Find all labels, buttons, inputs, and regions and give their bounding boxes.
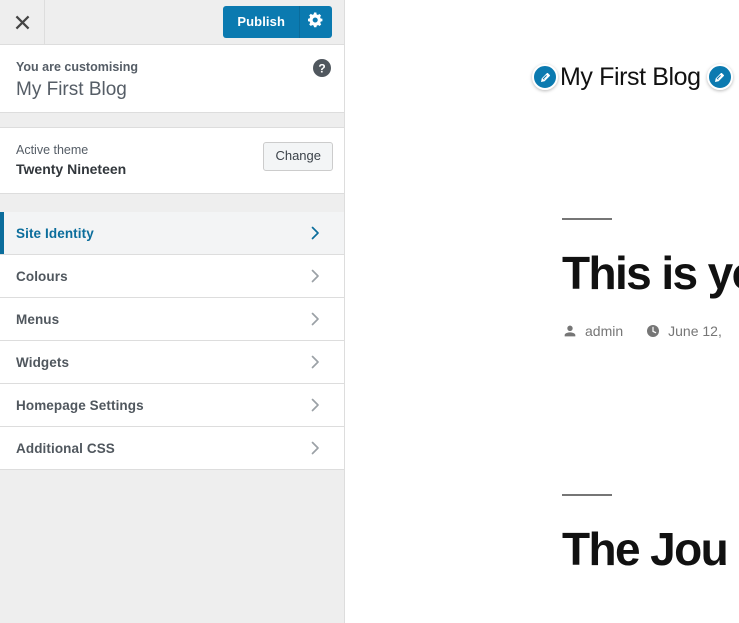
edit-pencil-icon-site-title[interactable] <box>532 64 558 90</box>
preview-post-2: The Jou <box>562 494 739 576</box>
publish-button-group: Publish <box>223 6 332 38</box>
sidebar-item-label: Menus <box>16 311 60 327</box>
sidebar-item-label: Additional CSS <box>16 440 115 456</box>
sidebar-spacer-2 <box>0 194 344 212</box>
sidebar-item-widgets[interactable]: Widgets <box>0 341 344 384</box>
close-x-icon <box>15 15 30 30</box>
sidebar-empty-area <box>0 470 344 623</box>
publish-button[interactable]: Publish <box>223 6 299 38</box>
person-icon <box>562 323 578 339</box>
sidebar-item-colours[interactable]: Colours <box>0 255 344 298</box>
gear-icon <box>308 11 324 33</box>
post-separator-rule <box>562 494 612 496</box>
sidebar-item-label: Widgets <box>16 354 70 370</box>
svg-text:?: ? <box>318 62 325 76</box>
sidebar-item-additional-css[interactable]: Additional CSS <box>0 427 344 470</box>
wordpress-customizer: Publish You are customising My First Blo… <box>0 0 739 623</box>
chevron-right-icon <box>308 398 322 412</box>
sidebar-item-menus[interactable]: Menus <box>0 298 344 341</box>
chevron-right-icon <box>308 312 322 326</box>
customizer-nav-list: Site Identity Colours Menus Widgets Homepage… <box>0 212 344 470</box>
post-author-name[interactable]: admin <box>585 322 623 340</box>
post-meta: admin June 12, <box>562 322 739 340</box>
post-separator-rule <box>562 218 612 220</box>
clock-icon <box>645 323 661 339</box>
customising-site-title: My First Blog <box>16 79 127 100</box>
sidebar-spacer-1 <box>0 113 344 128</box>
chevron-right-icon <box>308 269 322 283</box>
customising-label: You are customising <box>16 60 139 74</box>
post-date-text[interactable]: June 12, <box>668 322 722 340</box>
sidebar-item-label: Homepage Settings <box>16 397 144 413</box>
post-title[interactable]: This is yo <box>562 246 739 300</box>
sidebar-item-site-identity[interactable]: Site Identity <box>0 212 344 255</box>
active-theme-panel: Active theme Twenty Nineteen Change <box>0 128 344 194</box>
site-preview-frame: My First Blog This is yo admin June 12, … <box>346 0 739 623</box>
change-theme-button[interactable]: Change <box>263 142 333 171</box>
close-customizer-button[interactable] <box>0 0 45 44</box>
preview-post-1: This is yo admin June 12, <box>562 218 739 340</box>
post-title[interactable]: The Jou <box>562 522 739 576</box>
help-question-icon[interactable]: ? <box>312 58 332 78</box>
chevron-right-icon <box>308 355 322 369</box>
edit-pencil-icon-site-tagline[interactable] <box>706 64 733 90</box>
customising-panel: You are customising My First Blog ? <box>0 45 344 113</box>
post-author: admin <box>562 322 623 340</box>
sidebar-item-label: Colours <box>16 268 68 284</box>
preview-site-branding: My First Blog <box>346 62 739 92</box>
post-date: June 12, <box>645 322 722 340</box>
customizer-header: Publish <box>0 0 344 45</box>
chevron-right-icon <box>308 441 322 455</box>
sidebar-item-label: Site Identity <box>16 225 94 241</box>
publish-settings-button[interactable] <box>299 6 332 38</box>
preview-site-title[interactable]: My First Blog <box>560 62 701 92</box>
sidebar-item-homepage-settings[interactable]: Homepage Settings <box>0 384 344 427</box>
chevron-right-icon <box>308 226 322 240</box>
customizer-sidebar: Publish You are customising My First Blo… <box>0 0 345 623</box>
